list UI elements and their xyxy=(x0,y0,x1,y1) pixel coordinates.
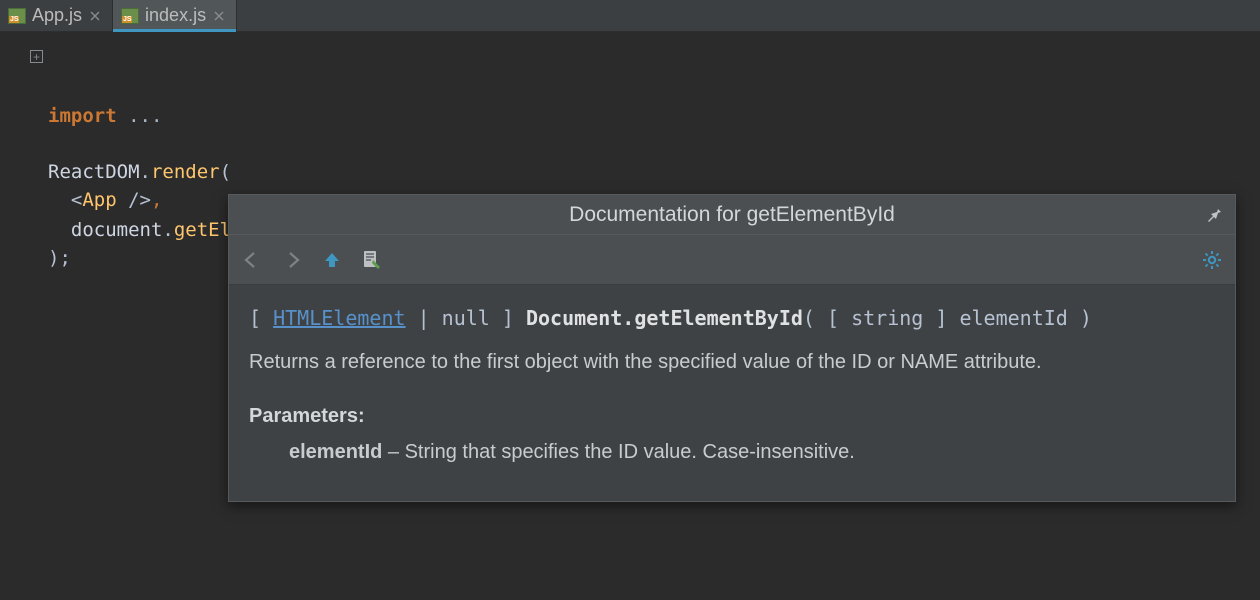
doc-popup-toolbar xyxy=(229,235,1235,285)
token-jsx-tag: App xyxy=(82,189,116,211)
token-identifier: ReactDOM xyxy=(48,161,140,183)
doc-signature: [ HTMLElement | null ] Document.getEleme… xyxy=(249,303,1215,333)
tab-app-js[interactable]: App.js xyxy=(0,0,113,31)
token-dot: . xyxy=(140,161,151,183)
token-ellipsis: ... xyxy=(128,105,162,127)
doc-type-link[interactable]: HTMLElement xyxy=(273,306,405,330)
doc-parameter: elementId – String that specifies the ID… xyxy=(249,437,1215,467)
up-icon[interactable] xyxy=(319,247,345,273)
fold-expand-icon[interactable]: + xyxy=(30,50,43,63)
sig-method: getElementById xyxy=(634,306,803,330)
param-name: elementId xyxy=(289,441,382,463)
js-file-icon xyxy=(121,8,139,24)
token-angle: /> xyxy=(117,189,151,211)
js-file-icon xyxy=(8,8,26,24)
close-icon[interactable] xyxy=(88,9,102,23)
token-method: render xyxy=(151,161,220,183)
token-close: ); xyxy=(48,247,71,269)
tab-label: App.js xyxy=(32,5,82,26)
tab-bar: App.js index.js xyxy=(0,0,1260,32)
doc-description: Returns a reference to the first object … xyxy=(249,347,1215,377)
param-desc: – String that specifies the ID value. Ca… xyxy=(382,441,854,463)
token-identifier: document xyxy=(71,219,163,241)
token-keyword: import xyxy=(48,105,117,127)
sig-owner: Document. xyxy=(526,306,634,330)
sig-type-suffix: | null ] xyxy=(406,306,514,330)
doc-parameters-heading: Parameters: xyxy=(249,401,1215,431)
pin-icon[interactable] xyxy=(1203,203,1225,225)
sig-params: ( [ string ] elementId ) xyxy=(803,306,1092,330)
token-comma: , xyxy=(151,189,162,211)
back-icon[interactable] xyxy=(239,247,265,273)
gear-icon[interactable] xyxy=(1199,247,1225,273)
close-icon[interactable] xyxy=(212,9,226,23)
doc-popup-body[interactable]: [ HTMLElement | null ] Document.getEleme… xyxy=(229,285,1235,501)
token-angle: < xyxy=(71,189,82,211)
tab-index-js[interactable]: index.js xyxy=(113,0,237,31)
forward-icon[interactable] xyxy=(279,247,305,273)
doc-popup-title: Documentation for getElementById xyxy=(569,203,895,227)
edit-source-icon[interactable] xyxy=(359,247,385,273)
token-dot: . xyxy=(162,219,173,241)
sig-bracket: [ xyxy=(249,306,273,330)
documentation-popup: Documentation for getElementById xyxy=(228,194,1236,502)
token-paren: ( xyxy=(220,161,231,183)
doc-popup-title-bar: Documentation for getElementById xyxy=(229,195,1235,235)
tab-label: index.js xyxy=(145,5,206,26)
